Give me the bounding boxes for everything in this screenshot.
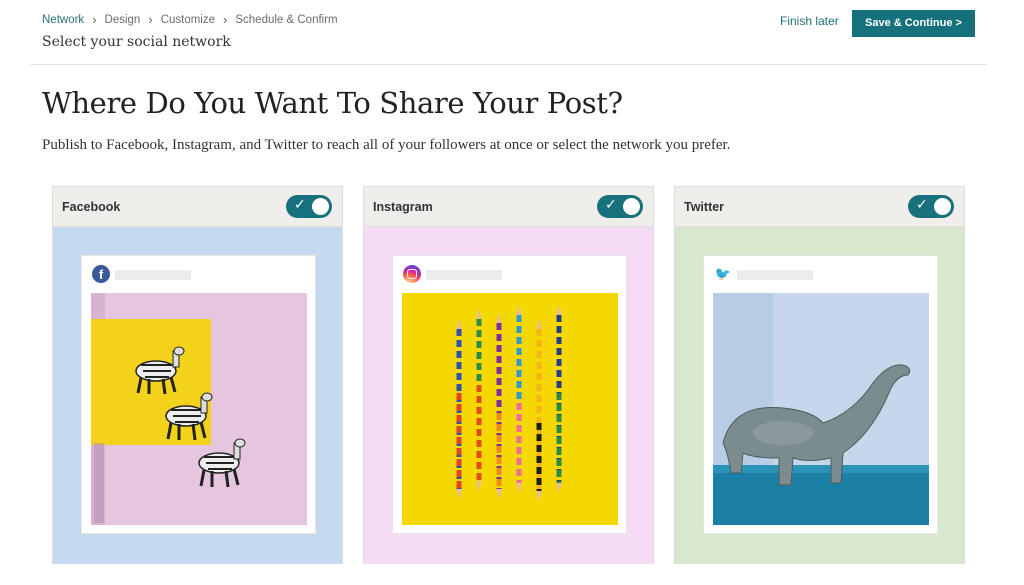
network-name: Twitter (684, 199, 725, 214)
twitter-icon: 🐦 (714, 265, 732, 283)
placeholder-line (426, 270, 502, 280)
toggle-knob (623, 198, 640, 215)
save-continue-button[interactable]: Save & Continue > (852, 10, 975, 37)
breadcrumb-design[interactable]: Design (105, 14, 141, 26)
card-preview-area: f (53, 227, 342, 564)
post-image-zebras (91, 293, 307, 525)
network-card-instagram[interactable]: Instagram ✓ (363, 186, 654, 564)
instagram-toggle[interactable]: ✓ (597, 195, 643, 218)
chevron-right-icon: › (223, 12, 228, 27)
post-image-dinosaur (713, 293, 929, 525)
step-subtitle: Select your social network (42, 34, 231, 50)
check-icon: ✓ (294, 197, 306, 213)
chevron-right-icon: › (92, 12, 97, 27)
post-image-pencils (402, 293, 618, 525)
card-preview-area: 🐦 (675, 227, 964, 564)
instagram-icon (403, 265, 421, 283)
placeholder-line (115, 270, 191, 280)
facebook-icon: f (92, 265, 110, 283)
header-divider (30, 64, 987, 65)
breadcrumb-schedule-confirm[interactable]: Schedule & Confirm (235, 14, 337, 26)
card-preview-area (364, 227, 653, 564)
toggle-knob (312, 198, 329, 215)
card-header: Twitter ✓ (675, 187, 964, 227)
page-title: Where Do You Want To Share Your Post? (42, 86, 623, 120)
placeholder-line (737, 270, 813, 280)
network-name: Instagram (373, 199, 433, 214)
post-preview: 🐦 (703, 255, 938, 534)
network-card-twitter[interactable]: Twitter ✓ 🐦 (674, 186, 965, 564)
finish-later-link[interactable]: Finish later (780, 14, 839, 28)
post-preview: f (81, 255, 316, 534)
breadcrumb-customize[interactable]: Customize (161, 14, 215, 26)
facebook-toggle[interactable]: ✓ (286, 195, 332, 218)
toggle-knob (934, 198, 951, 215)
check-icon: ✓ (605, 197, 617, 213)
chevron-right-icon: › (148, 12, 153, 27)
network-name: Facebook (62, 199, 121, 214)
breadcrumb: Network › Design › Customize › Schedule … (42, 12, 338, 27)
network-card-facebook[interactable]: Facebook ✓ f (52, 186, 343, 564)
twitter-toggle[interactable]: ✓ (908, 195, 954, 218)
breadcrumb-network[interactable]: Network (42, 14, 84, 26)
post-preview (392, 255, 627, 534)
check-icon: ✓ (916, 197, 928, 213)
page-description: Publish to Facebook, Instagram, and Twit… (42, 137, 731, 153)
card-header: Facebook ✓ (53, 187, 342, 227)
card-header: Instagram ✓ (364, 187, 653, 227)
